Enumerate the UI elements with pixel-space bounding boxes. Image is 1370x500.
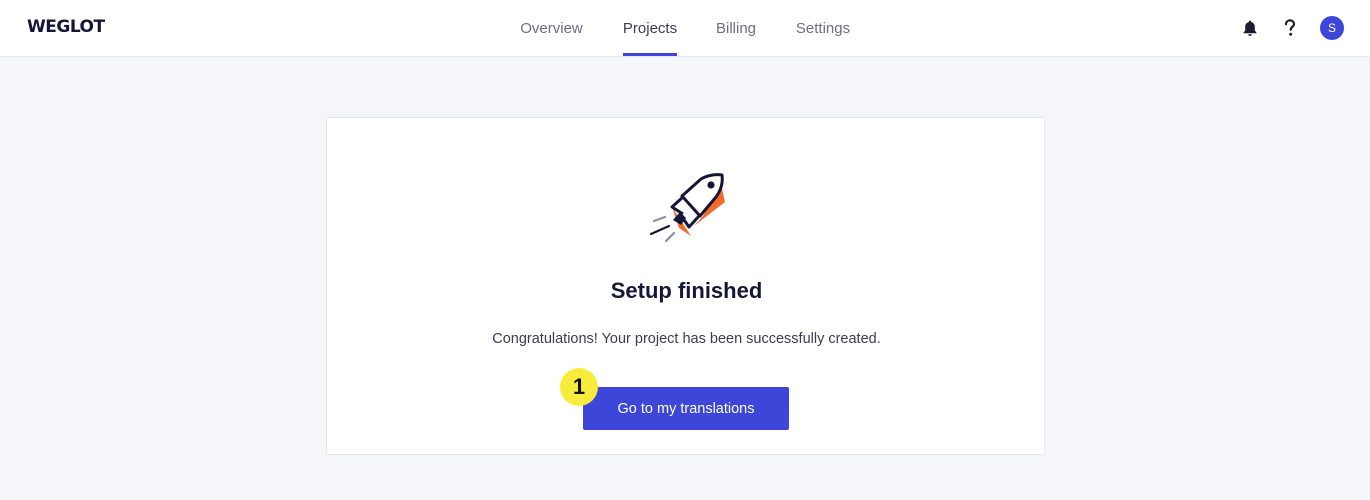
- help-icon[interactable]: [1278, 16, 1302, 40]
- bell-icon[interactable]: [1238, 16, 1262, 40]
- nav-projects[interactable]: Projects: [613, 0, 687, 57]
- step-marker: 1: [560, 368, 598, 406]
- page-title: Setup finished: [610, 278, 763, 303]
- nav-billing[interactable]: Billing: [708, 0, 764, 57]
- success-message: Congratulations! Your project has been s…: [492, 331, 881, 347]
- go-to-translations-button[interactable]: Go to my translations: [583, 387, 789, 430]
- nav-overview[interactable]: Overview: [511, 0, 592, 57]
- main-nav: Overview Projects Billing Settings: [0, 0, 1370, 57]
- user-avatar[interactable]: S: [1320, 16, 1344, 40]
- active-tab-indicator: [623, 53, 677, 56]
- nav-settings[interactable]: Settings: [786, 0, 860, 57]
- setup-finished-card: Setup finished Congratulations! Your pro…: [326, 117, 1045, 455]
- rocket-icon: [645, 170, 729, 250]
- top-navigation-bar: WEGLOT Overview Projects Billing Setting…: [0, 0, 1370, 57]
